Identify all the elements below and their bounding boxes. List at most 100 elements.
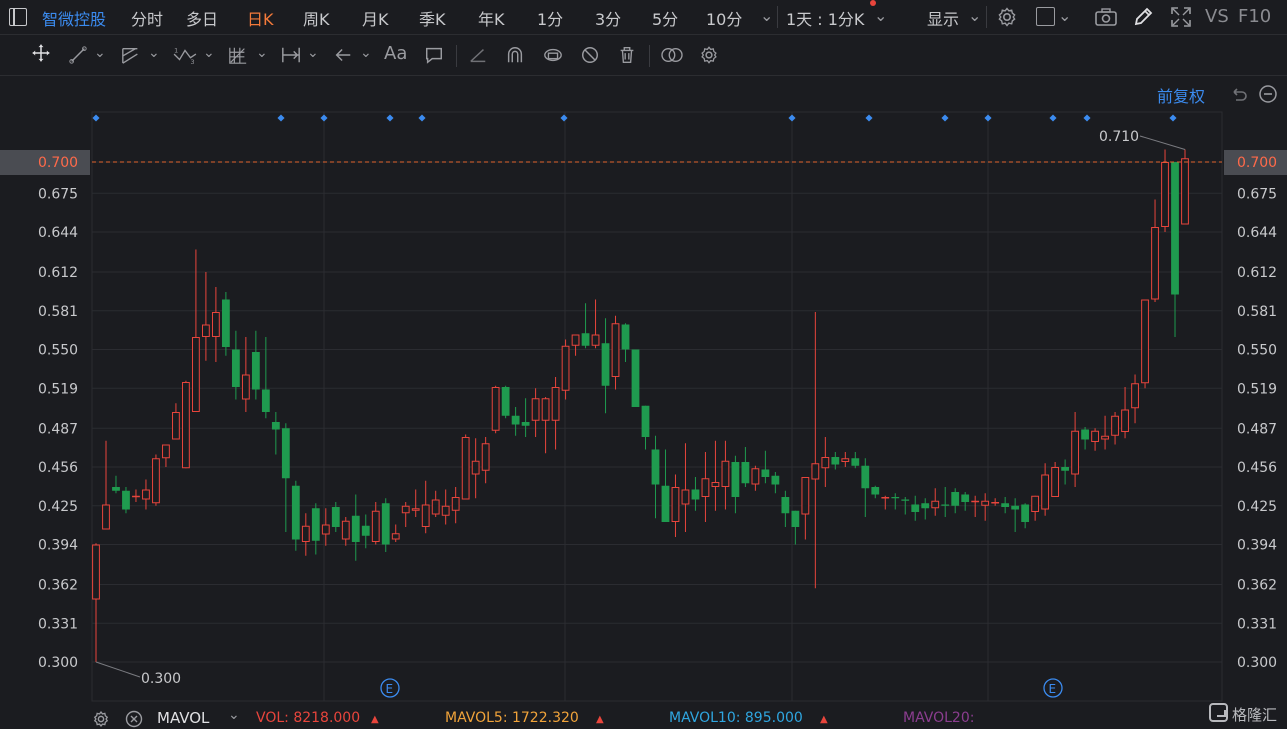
- candle-body: [381, 503, 390, 545]
- layout-chevron-down-icon[interactable]: ⌄: [1058, 6, 1071, 25]
- tab-monthly-k[interactable]: 月K: [362, 6, 389, 30]
- candle-body: [162, 444, 170, 459]
- pencil-draw-icon[interactable]: [1132, 6, 1154, 28]
- indicator-chevron-down-icon[interactable]: ⌄: [228, 707, 240, 723]
- candle: [162, 444, 170, 467]
- f10-button[interactable]: F10: [1238, 6, 1271, 27]
- toolbar-settings-gear-icon[interactable]: [698, 45, 720, 65]
- arrow-left-icon[interactable]: [332, 45, 354, 65]
- tab-3min[interactable]: 3分: [595, 6, 621, 30]
- candle: [381, 498, 390, 552]
- candle-body: [461, 437, 470, 500]
- wave-pattern-icon[interactable]: 13: [171, 45, 199, 65]
- sidebar-toggle-icon[interactable]: [9, 8, 27, 26]
- trash-icon[interactable]: [616, 45, 638, 65]
- line-segment-icon[interactable]: [67, 45, 89, 65]
- candle-body: [621, 324, 630, 350]
- text-tool-icon[interactable]: Aa: [384, 43, 407, 64]
- candle-body: [791, 510, 800, 527]
- candle-body: [871, 487, 880, 495]
- tab-10min[interactable]: 10分: [706, 6, 742, 30]
- candle: [301, 513, 310, 556]
- candle: [331, 502, 340, 532]
- candle: [142, 479, 150, 510]
- tab-1min[interactable]: 1分: [537, 6, 563, 30]
- candle: [1031, 495, 1040, 521]
- candle: [481, 437, 490, 484]
- candle: [611, 315, 620, 390]
- candle-body: [92, 544, 100, 600]
- event-diamond-marker: [560, 114, 568, 122]
- chart-annotations: 0.710 0.300: [92, 129, 1222, 687]
- candle: [631, 349, 640, 407]
- candle-body: [721, 460, 730, 487]
- measure-range-icon[interactable]: [279, 45, 303, 65]
- indicator-settings-gear-icon[interactable]: [92, 710, 110, 728]
- candle-body: [831, 457, 840, 465]
- display-menu[interactable]: 显示: [927, 6, 959, 30]
- tab-daily-k[interactable]: 日K: [247, 6, 274, 30]
- y-tick-label-left: 0.581: [38, 304, 78, 320]
- angle-tool-icon[interactable]: [467, 45, 489, 65]
- line-chevron-down-icon[interactable]: ⌄: [94, 45, 106, 65]
- lock-drawings-icon[interactable]: [541, 45, 565, 65]
- tab-intraday[interactable]: 分时: [131, 6, 163, 30]
- divider: [456, 45, 457, 67]
- candle-body: [281, 428, 290, 479]
- candle-body: [951, 492, 960, 506]
- candle-body: [931, 500, 940, 509]
- y-tick-label-right: 0.300: [1237, 655, 1277, 671]
- candle: [172, 403, 180, 440]
- tab-yearly-k[interactable]: 年K: [478, 6, 505, 30]
- adjustment-mode-label[interactable]: 前复权: [1157, 83, 1205, 107]
- y-tick-label-right: 0.331: [1237, 616, 1277, 632]
- comment-icon[interactable]: [423, 45, 445, 65]
- candle: [551, 377, 560, 450]
- channel-chevron-down-icon[interactable]: ⌄: [148, 45, 160, 65]
- candle: [182, 380, 190, 469]
- candle-body: [371, 510, 380, 542]
- undo-icon[interactable]: [1229, 84, 1249, 104]
- move-arrows-icon[interactable]: [29, 43, 53, 63]
- overlay-compare-icon[interactable]: [659, 45, 685, 65]
- fibonacci-grid-icon[interactable]: [226, 45, 250, 65]
- candle: [851, 452, 860, 469]
- event-diamond-marker: [320, 114, 328, 122]
- zoom-out-icon[interactable]: [1258, 84, 1278, 104]
- indicator-close-icon[interactable]: [125, 710, 143, 728]
- candle-body: [981, 500, 990, 506]
- tab-multi-day[interactable]: 多日: [186, 6, 218, 30]
- candle: [371, 502, 380, 545]
- arrow-chevron-down-icon[interactable]: ⌄: [360, 45, 372, 65]
- candlestick-chart[interactable]: 0.700 0.675 0.644 0.612 0.581 0.550 0.519 0.487…: [0, 106, 1287, 706]
- more-periods-chevron-icon[interactable]: ⌄: [760, 6, 773, 25]
- y-tick-label-right: 0.487: [1237, 421, 1277, 437]
- indicator-name[interactable]: MAVOL: [157, 709, 209, 727]
- wave-chevron-down-icon[interactable]: ⌄: [203, 45, 215, 65]
- layout-square-icon[interactable]: [1036, 7, 1055, 26]
- camera-icon[interactable]: [1094, 7, 1118, 27]
- y-axis-left: 0.700 0.675 0.644 0.612 0.581 0.550 0.519 0.487…: [0, 150, 90, 671]
- candle: [841, 452, 850, 467]
- candle-body: [1051, 467, 1060, 497]
- tab-stock-name[interactable]: 智微控股: [42, 6, 106, 30]
- tab-quarterly-k[interactable]: 季K: [419, 6, 446, 30]
- candles-group: [92, 149, 1189, 662]
- magnet-icon[interactable]: [504, 45, 526, 65]
- tab-weekly-k[interactable]: 周K: [303, 6, 330, 30]
- measure-chevron-down-icon[interactable]: ⌄: [307, 45, 319, 65]
- vs-compare-button[interactable]: VS: [1205, 6, 1229, 27]
- channel-tool-icon[interactable]: [119, 45, 143, 65]
- candle: [351, 494, 360, 561]
- candle-body: [102, 504, 110, 530]
- hide-drawings-icon[interactable]: [579, 45, 601, 65]
- fullscreen-icon[interactable]: [1170, 6, 1192, 28]
- settings-gear-icon[interactable]: [996, 6, 1018, 28]
- svg-text:3: 3: [190, 59, 194, 65]
- period-select[interactable]: 1天 : 1分K: [786, 6, 864, 30]
- period-chevron-down-icon[interactable]: ⌄: [874, 6, 887, 25]
- candle-body: [961, 494, 970, 502]
- fib-chevron-down-icon[interactable]: ⌄: [256, 45, 268, 65]
- tab-5min[interactable]: 5分: [652, 6, 678, 30]
- display-chevron-down-icon[interactable]: ⌄: [968, 6, 981, 25]
